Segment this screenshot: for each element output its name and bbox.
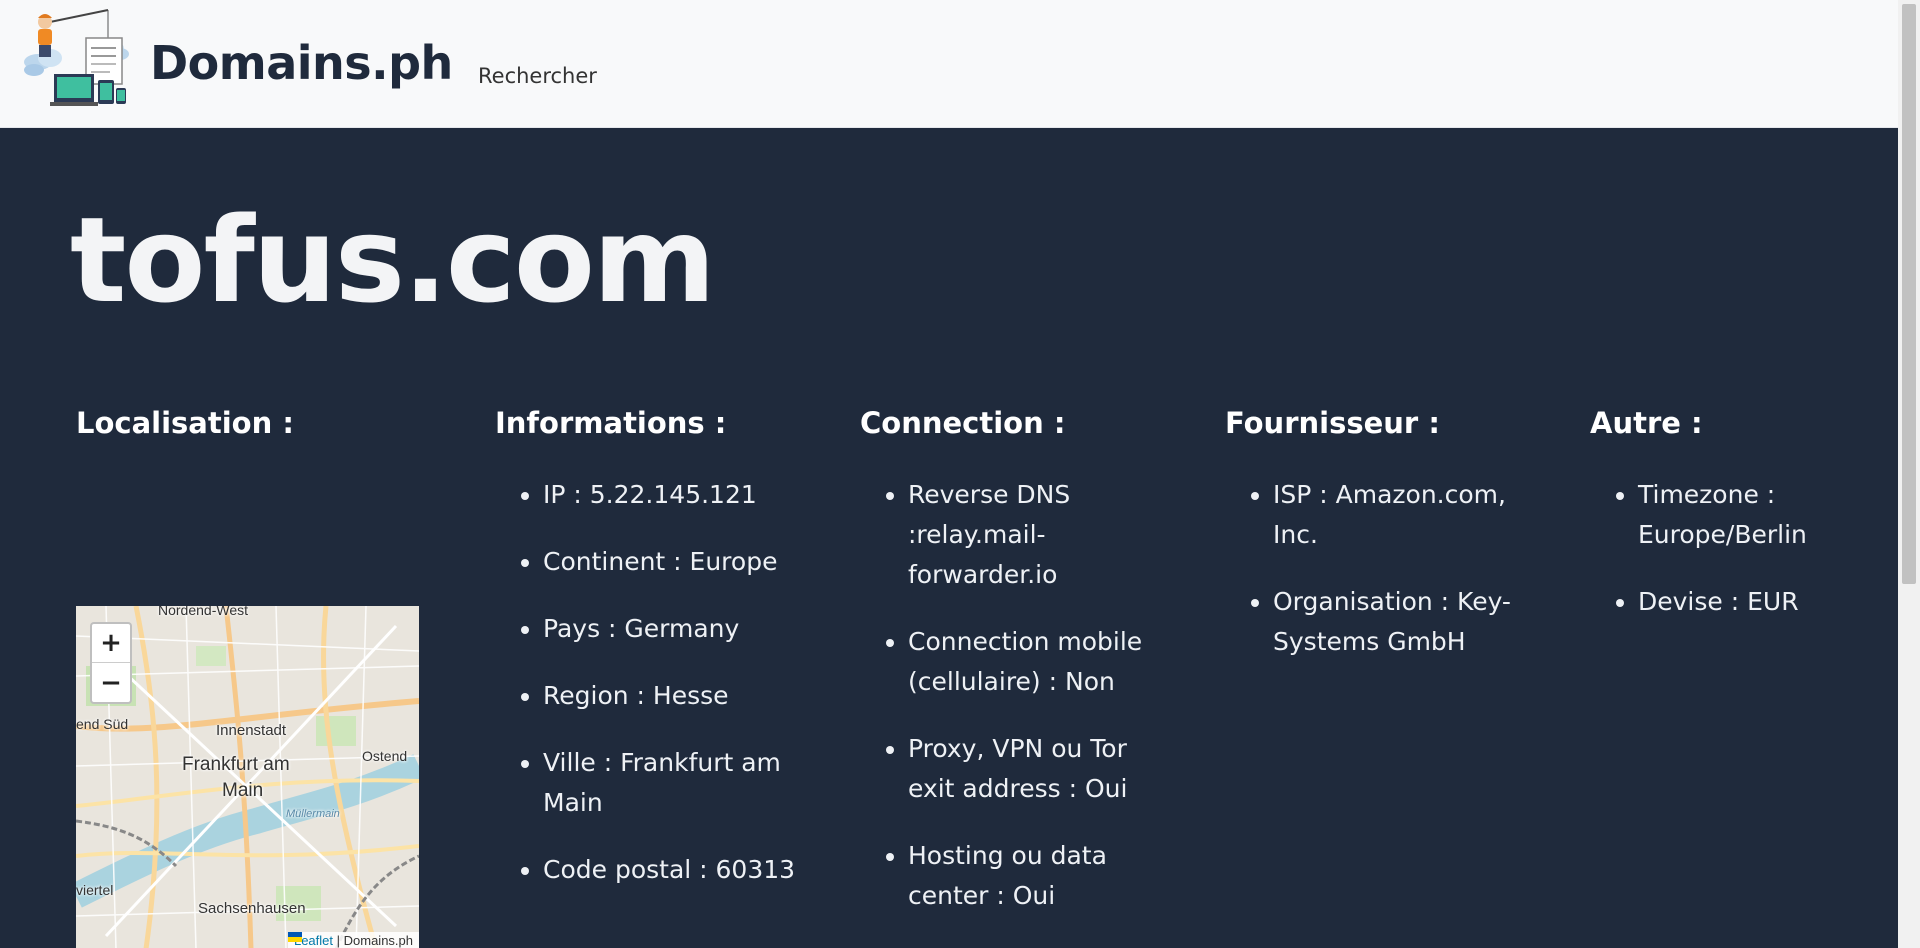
localisation-heading: Localisation : — [76, 406, 294, 440]
list-item: Timezone : Europe/Berlin — [1638, 475, 1850, 555]
fournisseur-heading: Fournisseur : — [1225, 406, 1440, 440]
list-item: IP : 5.22.145.121 — [543, 475, 825, 515]
list-item: Organisation : Key-Systems GmbH — [1273, 582, 1525, 662]
connection-list: Reverse DNS :relay.mail-forwarder.io Con… — [860, 475, 1160, 916]
map-label: Main — [222, 780, 264, 801]
autre-list: Timezone : Europe/Berlin Devise : EUR — [1590, 475, 1850, 622]
connection-section: Connection : Reverse DNS :relay.mail-for… — [860, 406, 1160, 943]
list-item: Ville : Frankfurt am Main — [543, 743, 825, 823]
map-attribution: Leaflet | Domains.ph — [287, 932, 419, 948]
map-label: Müllermain — [286, 808, 340, 820]
map-label: Ostend — [362, 748, 408, 764]
site-logo[interactable] — [20, 8, 130, 116]
autre-section: Autre : Timezone : Europe/Berlin Devise … — [1590, 406, 1850, 649]
informations-heading: Informations : — [495, 406, 727, 440]
list-item: Hosting ou data center : Oui — [908, 836, 1160, 916]
list-item: Reverse DNS :relay.mail-forwarder.io — [908, 475, 1160, 595]
connection-heading: Connection : — [860, 406, 1066, 440]
list-item: Pays : Germany — [543, 609, 825, 649]
page-scrollbar[interactable] — [1898, 0, 1920, 948]
fournisseur-list: ISP : Amazon.com, Inc. Organisation : Ke… — [1225, 475, 1525, 662]
list-item: Region : Hesse — [543, 676, 825, 716]
fournisseur-section: Fournisseur : ISP : Amazon.com, Inc. Org… — [1225, 406, 1525, 689]
autre-heading: Autre : — [1590, 406, 1703, 440]
localisation-section: Localisation : — [76, 406, 294, 441]
map-label: viertel — [76, 882, 114, 898]
site-header: Domains.ph Rechercher — [0, 0, 1898, 128]
map-label: end Süd — [76, 716, 129, 732]
scrollbar-thumb[interactable] — [1902, 4, 1916, 584]
informations-section: Informations : IP : 5.22.145.121 Contine… — [495, 406, 825, 917]
map-zoom-control: + − — [90, 622, 132, 704]
list-item: Devise : EUR — [1638, 582, 1850, 622]
ukraine-flag-icon — [287, 932, 302, 942]
map-label: Nordend-West — [158, 606, 249, 618]
list-item: Proxy, VPN ou Tor exit address : Oui — [908, 729, 1160, 809]
nav-search-link[interactable]: Rechercher — [478, 64, 597, 88]
brand-name[interactable]: Domains.ph — [150, 36, 453, 90]
zoom-in-button[interactable]: + — [92, 624, 130, 663]
map-label: Sachsenhausen — [198, 900, 306, 917]
main-content: tofus.com Localisation : Informations : … — [0, 128, 1898, 948]
attribution-separator: | — [333, 933, 344, 948]
list-item: Code postal : 60313 — [543, 850, 825, 890]
map-label: Frankfurt am — [182, 754, 290, 775]
map-label: Innenstadt — [216, 722, 287, 739]
location-map[interactable]: Nordend-West Innenstadt Frankfurt am Mai… — [76, 606, 419, 948]
list-item: ISP : Amazon.com, Inc. — [1273, 475, 1525, 555]
attribution-source: Domains.ph — [343, 933, 413, 948]
informations-list: IP : 5.22.145.121 Continent : Europe Pay… — [495, 475, 825, 890]
list-item: Continent : Europe — [543, 542, 825, 582]
domain-title: tofus.com — [70, 191, 716, 329]
list-item: Connection mobile (cellulaire) : Non — [908, 622, 1160, 702]
zoom-out-button[interactable]: − — [92, 663, 130, 702]
